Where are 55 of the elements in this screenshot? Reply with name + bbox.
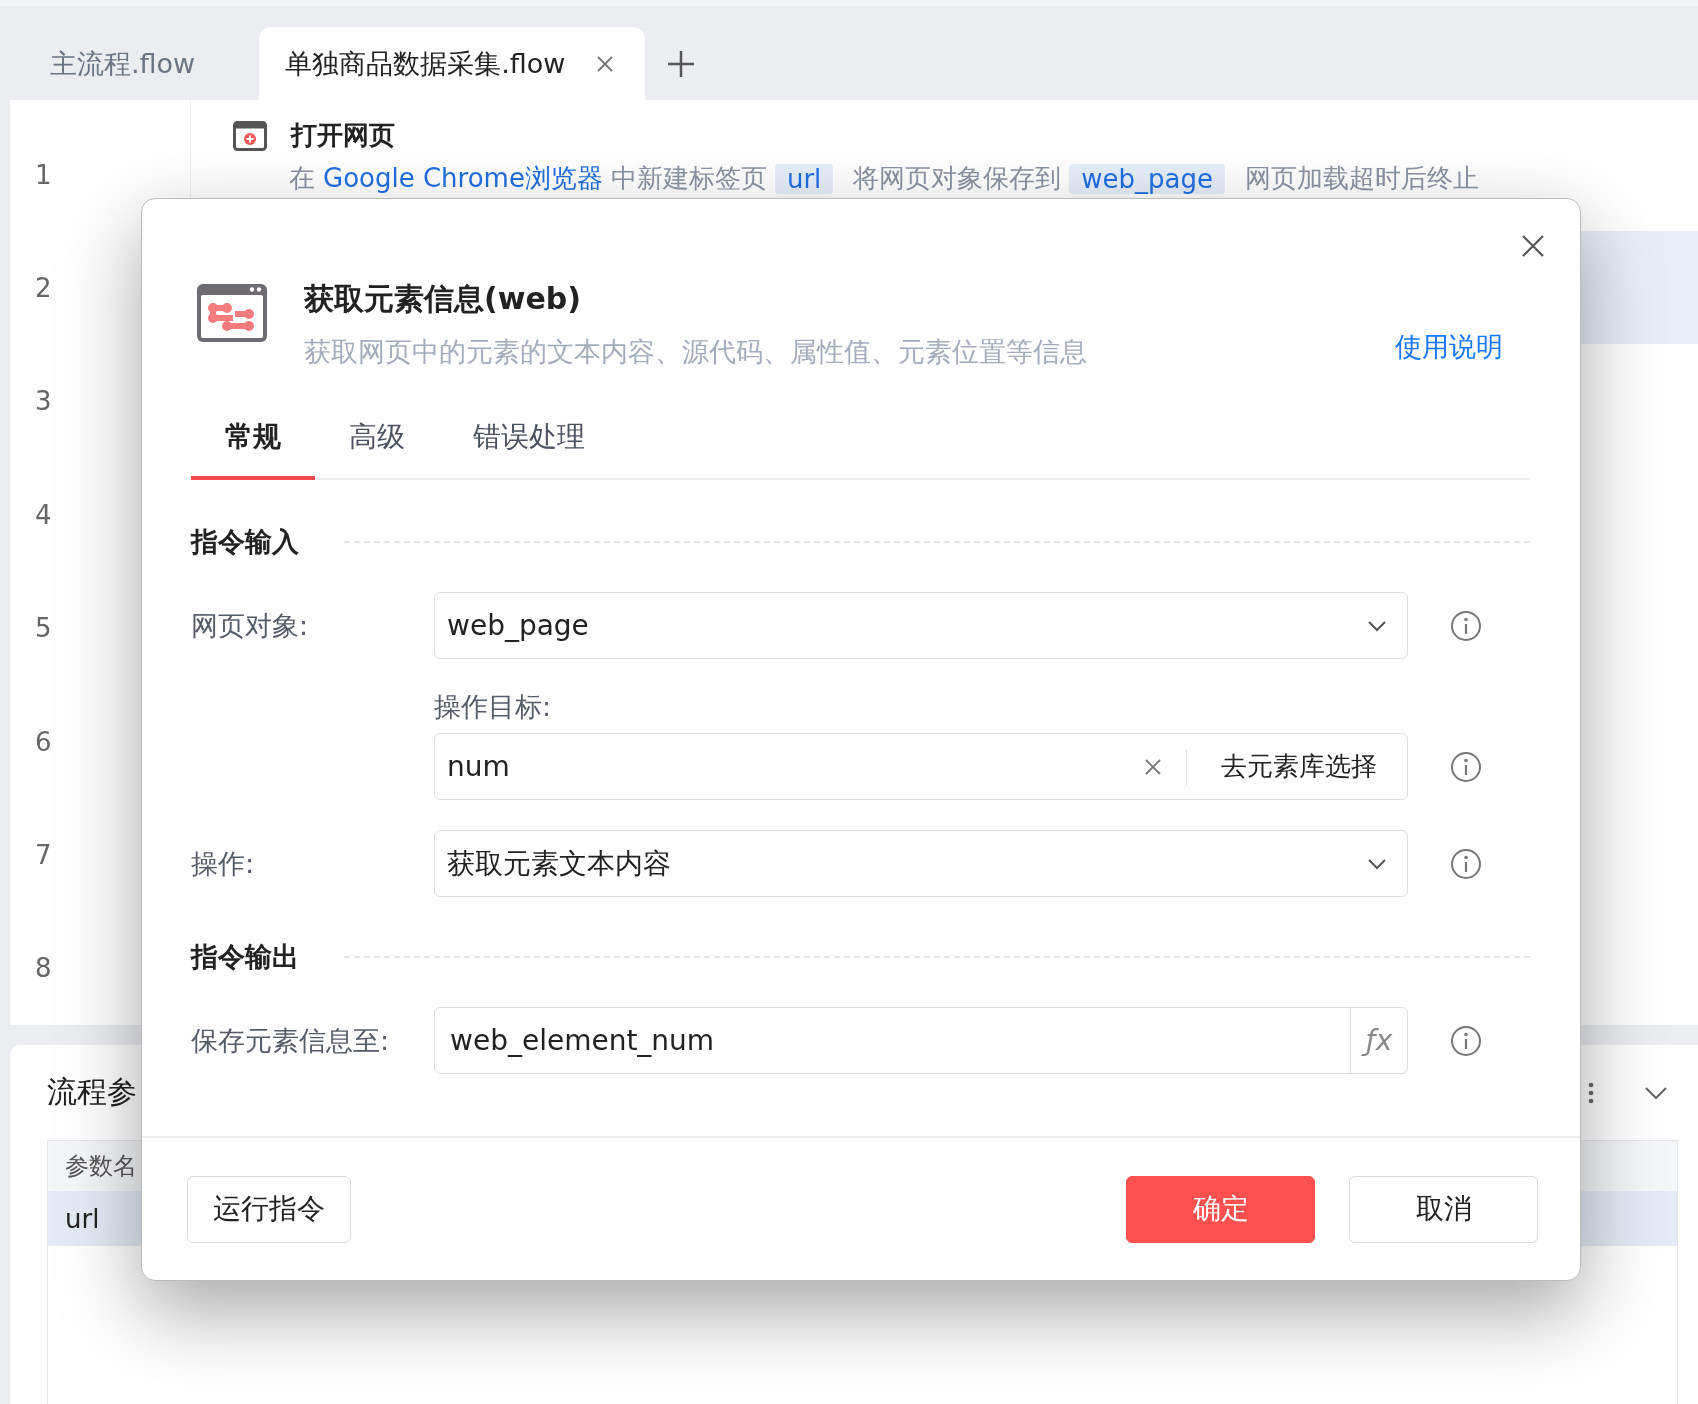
chevron-down-icon <box>1367 619 1387 632</box>
line-number: 6 <box>34 725 53 759</box>
line-number: 3 <box>34 385 53 419</box>
browser-link[interactable]: Google Chrome浏览器 <box>323 161 603 196</box>
variable-tag: web_page <box>1069 163 1226 194</box>
dialog-description: 获取网页中的元素的文本内容、源代码、属性值、元素位置等信息 <box>304 335 1088 369</box>
step-text: 中新建标签页 <box>610 162 767 195</box>
tab[interactable]: 错误处理 <box>439 418 619 480</box>
file-tab[interactable]: 单独商品数据采集.flow <box>259 27 646 100</box>
close-icon[interactable] <box>1521 234 1545 258</box>
run-button[interactable]: 运行指令 <box>187 1175 351 1243</box>
select-field[interactable]: 获取元素文本内容 <box>434 830 1408 897</box>
browser-icon <box>233 120 267 151</box>
chevron-down-icon[interactable] <box>1644 1085 1668 1100</box>
dialog-title: 获取元素信息(web) <box>304 280 582 318</box>
step-text: 将网页对象保存到 <box>853 162 1062 195</box>
field-label: 网页对象: <box>191 608 310 643</box>
line-number: 5 <box>34 612 53 646</box>
step-title: 打开网页 <box>291 119 395 152</box>
line-number: 2 <box>34 272 53 306</box>
web-element-icon <box>197 284 267 342</box>
tab[interactable]: 高级 <box>315 418 439 480</box>
line-number: 1 <box>34 158 53 192</box>
field-label: 保存元素信息至: <box>191 1023 391 1058</box>
tab[interactable]: 常规 <box>191 418 315 480</box>
editor-row[interactable]: 打开网页 在 Google Chrome浏览器 中新建标签页 url 将网页对象保存到 web_page 网页加载超时后终止 <box>191 100 1698 231</box>
section-title: 指令输入 <box>191 525 299 559</box>
info-icon[interactable] <box>1450 609 1482 642</box>
file-tab[interactable]: 主流程.flow <box>10 27 226 100</box>
help-link[interactable]: 使用说明 <box>1395 329 1503 365</box>
close-icon[interactable] <box>595 53 616 74</box>
column-header: 参数名 <box>65 1151 137 1182</box>
variable-field[interactable]: web_element_num ƒx <box>434 1007 1408 1074</box>
select-field[interactable]: web_page <box>434 592 1408 659</box>
line-number: 4 <box>34 498 53 532</box>
chevron-down-icon <box>1367 857 1387 870</box>
line-number: 7 <box>34 838 53 872</box>
line-number: 8 <box>34 952 53 986</box>
panel-title: 流程参 <box>47 1073 137 1111</box>
info-icon[interactable] <box>1450 847 1482 880</box>
field-label: 操作目标: <box>434 690 553 724</box>
section-title: 指令输出 <box>191 940 299 974</box>
field-label: 操作: <box>191 846 256 881</box>
step-text: 网页加载超时后终止 <box>1245 162 1480 195</box>
clear-icon[interactable] <box>1144 757 1162 776</box>
cancel-button[interactable]: 取消 <box>1349 1175 1538 1243</box>
more-icon[interactable] <box>1588 1081 1594 1104</box>
pick-element-button[interactable]: 去元素库选择 <box>1211 749 1387 784</box>
step-text: 在 <box>289 162 315 195</box>
info-icon[interactable] <box>1450 1024 1482 1057</box>
variable-tag: url <box>774 163 834 194</box>
formula-button[interactable]: ƒx <box>1350 1008 1407 1073</box>
target-field[interactable]: num 去元素库选择 <box>434 733 1408 800</box>
add-icon[interactable] <box>667 50 696 78</box>
info-icon[interactable] <box>1450 751 1482 783</box>
